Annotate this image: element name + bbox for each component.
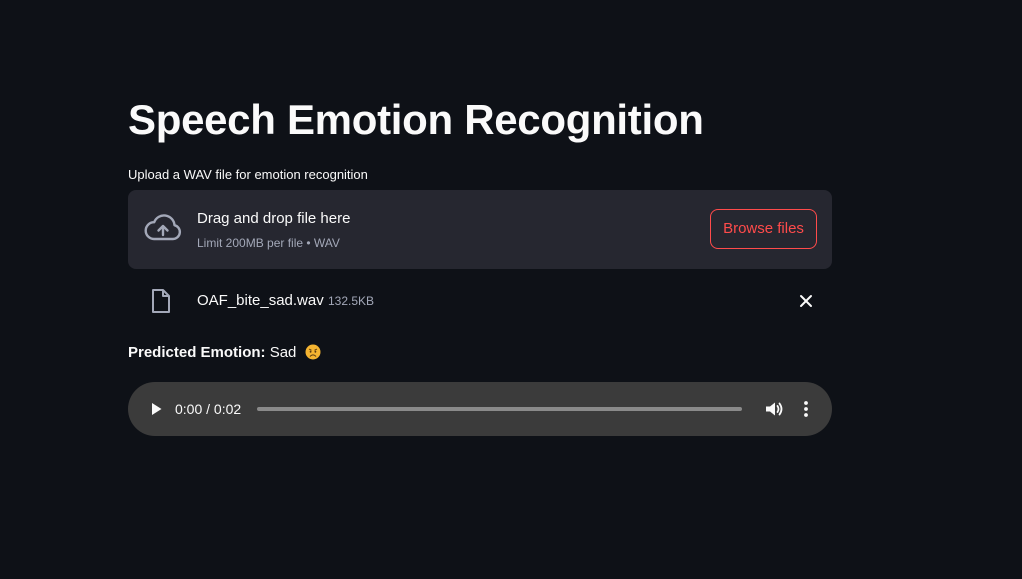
uploaded-file-row: OAF_bite_sad.wav 132.5KB [128, 282, 832, 320]
prediction-value: Sad [269, 344, 297, 361]
prediction-label: Predicted Emotion: [128, 344, 266, 361]
file-icon [151, 289, 171, 313]
file-size: 132.5KB [328, 294, 375, 308]
sad-face-emoji [305, 344, 321, 360]
uploader-label: Upload a WAV file for emotion recognitio… [128, 167, 368, 182]
file-dropzone[interactable]: Drag and drop file here Limit 200MB per … [128, 190, 832, 269]
volume-button[interactable] [763, 398, 785, 420]
play-button[interactable] [146, 399, 166, 419]
cloud-upload-icon [144, 213, 182, 243]
play-icon [146, 403, 166, 422]
page-title: Speech Emotion Recognition [128, 96, 704, 143]
more-options-button[interactable] [796, 398, 816, 420]
audio-progress-bar[interactable] [257, 407, 742, 411]
audio-time: 0:00 / 0:02 [175, 401, 242, 417]
dropzone-instruction: Drag and drop file here [197, 210, 351, 227]
browse-files-button[interactable]: Browse files [710, 209, 817, 249]
dropzone-limit: Limit 200MB per file • WAV [197, 236, 340, 250]
prediction-result: Predicted Emotion: Sad [128, 343, 321, 363]
file-name: OAF_bite_sad.wav [197, 292, 324, 309]
close-icon [794, 295, 818, 316]
delete-file-button[interactable] [794, 289, 818, 313]
volume-icon [763, 402, 785, 423]
more-vertical-icon [796, 401, 816, 423]
audio-player: 0:00 / 0:02 [128, 382, 832, 436]
